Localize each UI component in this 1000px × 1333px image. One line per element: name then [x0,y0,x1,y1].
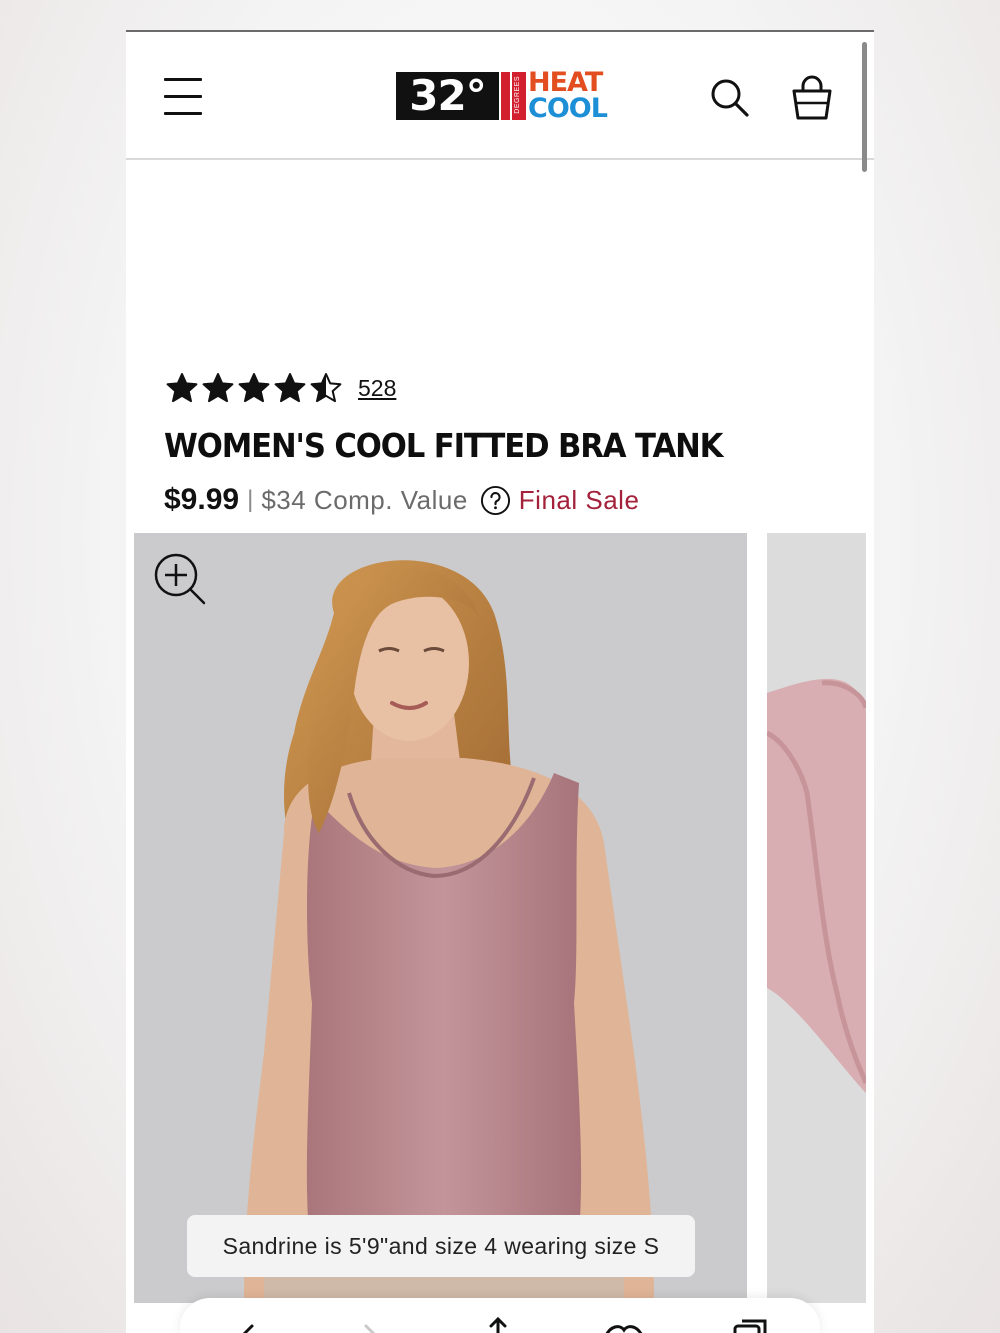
price-separator: | [247,486,254,513]
logo-stripe [501,72,510,120]
star-icon [202,373,234,403]
logo-stripe-text: DEGREES [512,72,526,120]
menu-icon-line [164,112,202,115]
sale-price: $9.99 [164,483,240,516]
menu-button[interactable] [164,78,204,116]
star-icon [238,373,270,403]
brand-logo[interactable]: 32° DEGREES HEAT COOL [396,69,608,124]
browser-bottom-bar [180,1298,820,1333]
forward-icon[interactable] [352,1316,392,1333]
menu-icon-line [164,78,202,81]
share-icon[interactable] [478,1316,518,1333]
product-image-next[interactable] [767,533,866,1303]
product-title: WOMEN'S COOL FITTED BRA TANK [164,426,723,465]
zoom-in-icon[interactable] [152,551,208,607]
price-row: $9.99 | $34 Comp. Value Final Sale [164,480,639,520]
model-photo [134,533,747,1303]
star-rating [166,372,342,404]
logo-number: 32° [396,72,499,120]
back-icon[interactable] [228,1316,268,1333]
final-sale-label[interactable]: Final Sale [519,485,640,516]
search-button[interactable] [710,78,750,118]
model-size-caption: Sandrine is 5'9"and size 4 wearing size … [187,1215,695,1277]
star-icon [166,373,198,403]
cart-button[interactable] [790,74,834,122]
phone-screen: 32° DEGREES HEAT COOL 528 WOMEN'S COOL F… [126,30,874,1333]
question-icon[interactable] [480,485,511,516]
rating-row[interactable]: 528 [166,370,396,406]
tank-flat-photo [767,533,866,1303]
shopping-bag-icon [792,75,832,120]
bookmarks-icon[interactable] [604,1316,644,1333]
menu-icon-line [164,95,202,98]
star-icon [274,373,306,403]
site-header: 32° DEGREES HEAT COOL [126,32,874,172]
review-count-link[interactable]: 528 [358,375,396,402]
product-image-main[interactable]: Sandrine is 5'9"and size 4 wearing size … [134,533,747,1303]
comp-value: $34 Comp. Value [261,484,468,515]
scrollbar[interactable] [862,42,867,172]
tabs-icon[interactable] [732,1316,772,1333]
logo-cool: COOL [528,93,608,124]
search-icon [711,79,749,117]
logo-vertical-text: DEGREES [514,76,521,114]
star-icon [310,373,342,403]
